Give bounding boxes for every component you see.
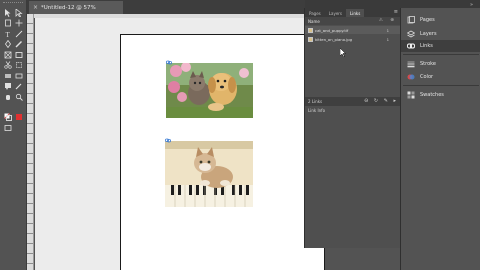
eyedropper-tool-icon[interactable]: [14, 82, 24, 91]
type-tool-icon[interactable]: T: [3, 29, 13, 38]
links-icon: [407, 43, 415, 49]
document-title: *Untitled-12 @ 57%: [41, 4, 96, 11]
line-tool-icon[interactable]: [14, 29, 24, 38]
links-panel: Pages Layers Links ≡ Name ⚠ ⊕ cat_and_pu…: [304, 8, 401, 248]
links-info-bar: 2 Links ⊖ ↻ ✎ ▸: [305, 97, 401, 106]
layers-icon: [407, 30, 415, 38]
pages-icon: [407, 16, 415, 24]
gap-tool-icon[interactable]: [14, 19, 24, 28]
panel-tabs: Pages Layers Links: [305, 8, 401, 17]
fill-stroke-icon[interactable]: [3, 113, 13, 122]
document-tab-bar: × *Untitled-12 @ 57%: [27, 0, 305, 14]
link-badge-icon[interactable]: [165, 138, 171, 143]
link-thumbnail: [308, 27, 313, 33]
kitten-on-piano-picture: [165, 141, 253, 207]
svg-text:T: T: [6, 31, 11, 38]
note-tool-icon[interactable]: [3, 82, 13, 91]
direct-selection-tool-icon[interactable]: [14, 8, 24, 17]
rectangle-frame-tool-icon[interactable]: [3, 50, 13, 59]
dock-label: Stroke: [420, 61, 436, 67]
tools-panel: T: [0, 0, 27, 270]
page-tool-icon[interactable]: [3, 19, 13, 28]
pen-tool-icon[interactable]: [3, 40, 13, 49]
link-row[interactable]: kitten_on_piano.jpg 1: [305, 35, 401, 43]
link-badge-icon[interactable]: [166, 60, 172, 65]
dock-item-layers[interactable]: Layers: [401, 28, 480, 40]
document-tab[interactable]: × *Untitled-12 @ 57%: [29, 1, 123, 14]
scissors-tool-icon[interactable]: [3, 61, 13, 70]
tools-panel-grip[interactable]: [3, 2, 23, 5]
dock-separator: [403, 54, 479, 55]
rectangle-tool-icon[interactable]: [14, 50, 24, 59]
stroke-icon: [407, 61, 415, 68]
name-column-header[interactable]: Name: [308, 19, 320, 24]
close-tab-icon[interactable]: ×: [33, 4, 38, 11]
cat-and-puppy-picture: [166, 63, 253, 118]
tab-layers[interactable]: Layers: [325, 9, 346, 17]
swatches-icon: [407, 91, 415, 99]
dock-label: Links: [420, 43, 433, 49]
dock-item-color[interactable]: Color: [401, 71, 480, 83]
apply-color-icon[interactable]: [14, 113, 24, 122]
tab-links[interactable]: Links: [346, 9, 365, 17]
gradient-feather-tool-icon[interactable]: [14, 71, 24, 80]
dock-label: Layers: [420, 31, 437, 37]
pencil-tool-icon[interactable]: [14, 40, 24, 49]
hand-tool-icon[interactable]: [3, 92, 13, 101]
link-thumbnail: [308, 36, 313, 42]
cat-and-puppy-image[interactable]: [166, 63, 253, 118]
zoom-tool-icon[interactable]: [14, 92, 24, 101]
mouse-cursor-icon: [340, 48, 346, 57]
dock-label: Swatches: [420, 92, 444, 98]
link-name: cat_and_puppy.tif: [315, 27, 349, 33]
screen-mode-icon[interactable]: [3, 123, 13, 132]
color-icon: [407, 74, 415, 80]
links-list-header[interactable]: Name ⚠ ⊕: [305, 17, 401, 25]
selection-tool-icon[interactable]: [3, 8, 13, 17]
link-name: kitten_on_piano.jpg: [315, 36, 353, 42]
link-actions-icons[interactable]: ⊖ ↻ ✎ ▸: [364, 98, 398, 104]
dock-separator: [403, 85, 479, 86]
link-row[interactable]: cat_and_puppy.tif 1: [305, 26, 401, 34]
free-transform-tool-icon[interactable]: [14, 61, 24, 70]
panel-menu-icon[interactable]: ≡: [394, 9, 398, 15]
kitten-on-piano-image[interactable]: [165, 141, 253, 207]
right-dock: Pages Layers Links Stroke Color Swatches: [400, 8, 480, 270]
dock-item-swatches[interactable]: Swatches: [401, 89, 480, 101]
link-count: 2 Links: [308, 99, 323, 104]
vertical-ruler: [27, 14, 34, 270]
link-page-number[interactable]: 1: [387, 37, 389, 42]
tab-pages[interactable]: Pages: [305, 9, 325, 17]
panel-top-strip: [305, 0, 480, 8]
dock-item-stroke[interactable]: Stroke: [401, 58, 480, 70]
dock-item-pages[interactable]: Pages: [401, 14, 480, 26]
dock-label: Pages: [420, 17, 435, 23]
status-column-icons[interactable]: ⚠ ⊕: [379, 18, 397, 23]
link-info-label[interactable]: Link Info: [308, 108, 325, 113]
link-page-number[interactable]: 1: [387, 28, 389, 33]
gradient-swatch-tool-icon[interactable]: [3, 71, 13, 80]
dock-item-links[interactable]: Links: [401, 40, 480, 52]
dock-label: Color: [420, 74, 434, 80]
